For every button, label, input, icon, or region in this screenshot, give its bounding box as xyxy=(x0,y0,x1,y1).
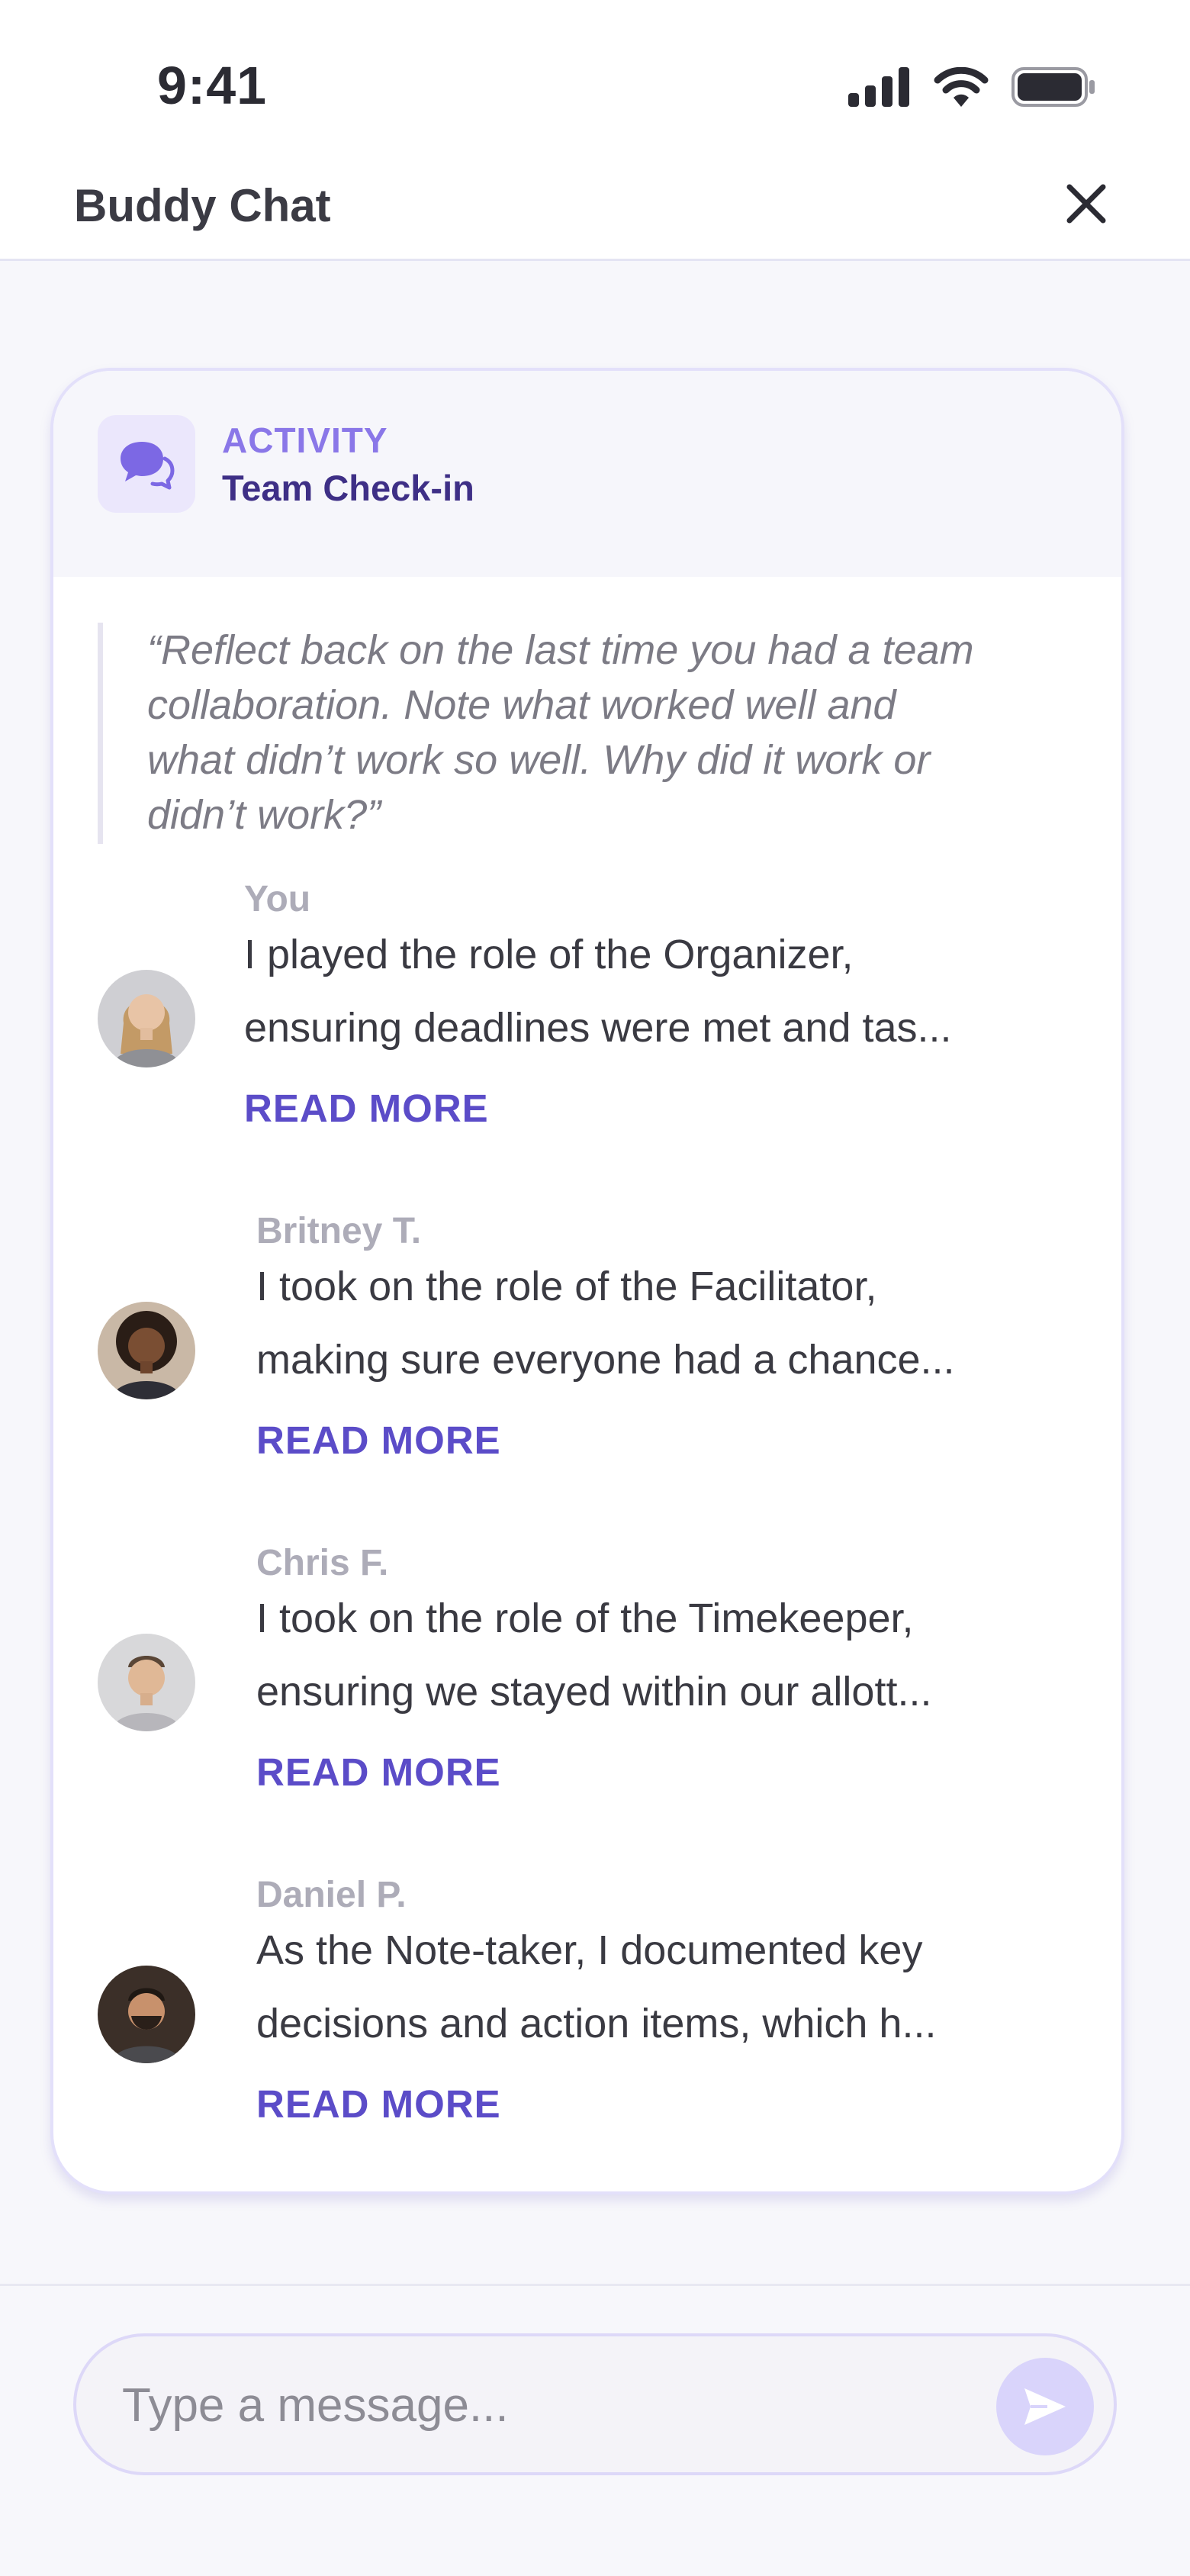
response-author: You xyxy=(244,879,311,919)
response-text: I played the role of the Organizer, ensu… xyxy=(244,918,1053,1064)
activity-prompt: “Reflect back on the last time you had a… xyxy=(98,623,1089,844)
response-author: Britney T. xyxy=(256,1211,422,1251)
response-text-line: I took on the role of the Timekeeper, xyxy=(256,1596,914,1641)
read-more-link[interactable]: READ MORE xyxy=(256,1418,501,1463)
message-input[interactable] xyxy=(122,2367,961,2443)
response-text: I took on the role of the Timekeeper, en… xyxy=(256,1582,1065,1728)
response-author: Chris F. xyxy=(256,1543,389,1583)
status-time: 9:41 xyxy=(157,56,268,115)
app-header: Buddy Chat xyxy=(0,164,1190,261)
message-box xyxy=(73,2333,1117,2475)
avatar xyxy=(98,1966,195,2063)
chat-bubbles-icon xyxy=(121,442,175,490)
response-text-line: making sure everyone had a chance... xyxy=(256,1337,955,1383)
response-item: Britney T. I took on the role of the Fac… xyxy=(98,1210,1089,1470)
activity-type-label: ACTIVITY xyxy=(222,420,388,460)
response-text-line: decisions and action items, which h... xyxy=(256,2001,937,2046)
message-composer xyxy=(0,2284,1190,2576)
prompt-line: collaboration. Note what worked well and xyxy=(147,682,896,728)
avatar xyxy=(98,970,195,1067)
page-title: Buddy Chat xyxy=(74,180,331,231)
send-button[interactable] xyxy=(996,2358,1094,2455)
response-text-line: ensuring deadlines were met and tas... xyxy=(244,1005,952,1051)
wifi-icon xyxy=(934,67,989,107)
read-more-link[interactable]: READ MORE xyxy=(244,1086,489,1131)
status-icons xyxy=(848,67,1095,107)
status-bar: 9:41 xyxy=(0,0,1190,164)
battery-icon xyxy=(1011,67,1095,107)
response-item: Chris F. I took on the role of the Timek… xyxy=(98,1542,1089,1802)
signal-icon xyxy=(848,67,909,107)
activity-name: Team Check-in xyxy=(222,468,474,508)
send-icon xyxy=(1024,2388,1066,2425)
avatar xyxy=(98,1302,195,1399)
activity-card-header: ACTIVITY Team Check-in xyxy=(53,371,1121,577)
response-text-line: I took on the role of the Facilitator, xyxy=(256,1264,877,1309)
close-icon xyxy=(1066,184,1106,224)
response-text-line: ensuring we stayed within our allott... xyxy=(256,1669,932,1715)
read-more-link[interactable]: READ MORE xyxy=(256,1750,501,1795)
response-text-line: As the Note-taker, I documented key xyxy=(256,1927,923,1973)
response-item: Daniel P. As the Note-taker, I documente… xyxy=(98,1874,1089,2133)
response-text-line: I played the role of the Organizer, xyxy=(244,932,854,977)
prompt-line: what didn’t work so well. Why did it wor… xyxy=(147,737,931,783)
prompt-line: “Reflect back on the last time you had a… xyxy=(147,627,974,673)
close-button[interactable] xyxy=(1056,173,1117,234)
activity-icon-box xyxy=(98,415,195,513)
response-text: As the Note-taker, I documented key deci… xyxy=(256,1914,1065,2060)
avatar xyxy=(98,1634,195,1731)
response-item: You I played the role of the Organizer, … xyxy=(98,878,1089,1138)
read-more-link[interactable]: READ MORE xyxy=(256,2082,501,2127)
response-text: I took on the role of the Facilitator, m… xyxy=(256,1250,1065,1396)
prompt-line: didn’t work?” xyxy=(147,792,381,838)
response-author: Daniel P. xyxy=(256,1875,407,1915)
activity-card: ACTIVITY Team Check-in “Reflect back on … xyxy=(50,368,1124,2194)
